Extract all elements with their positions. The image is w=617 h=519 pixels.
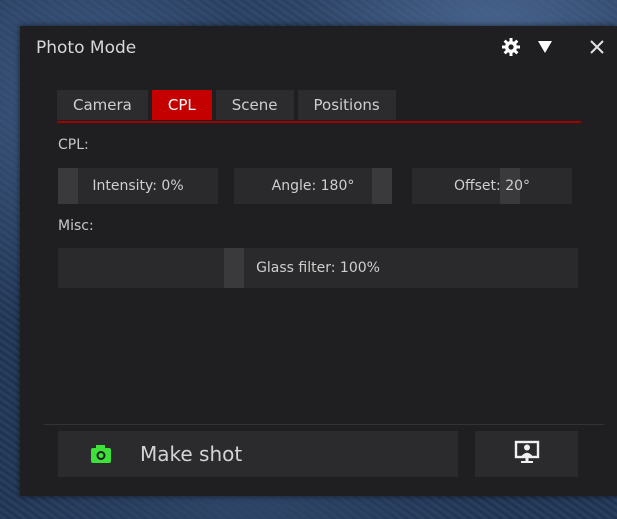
tab-underline <box>57 121 581 123</box>
glass-filter-slider-thumb[interactable] <box>224 248 244 288</box>
intensity-slider-thumb[interactable] <box>58 168 78 204</box>
intensity-slider[interactable]: Intensity: 0% <box>58 168 218 204</box>
screen-capture-button[interactable] <box>475 431 578 477</box>
offset-slider[interactable]: Offset: 20° <box>412 168 572 204</box>
glass-filter-slider-label: Glass filter: 100% <box>256 260 380 276</box>
tab-scene[interactable]: Scene <box>215 90 294 120</box>
angle-slider[interactable]: Angle: 180° <box>234 168 392 204</box>
cpl-section-label: CPL: <box>58 137 89 153</box>
tab-positions[interactable]: Positions <box>297 90 396 120</box>
triangle-down-icon[interactable] <box>533 34 557 60</box>
glass-filter-slider[interactable]: Glass filter: 100% <box>58 248 578 288</box>
footer-divider <box>44 424 604 425</box>
tab-bar: Camera CPL Scene Positions <box>57 90 396 120</box>
panel-title: Photo Mode <box>36 38 137 58</box>
angle-slider-label: Angle: 180° <box>271 178 355 194</box>
misc-section-label: Misc: <box>58 218 94 234</box>
photo-mode-panel: Photo Mode Camera CPL Scene Positions CP… <box>20 26 617 496</box>
gear-icon[interactable] <box>499 34 523 60</box>
offset-slider-label: Offset: 20° <box>453 178 531 194</box>
make-shot-button[interactable]: Make shot <box>58 431 458 477</box>
monitor-person-icon <box>514 440 540 468</box>
make-shot-label: Make shot <box>140 442 243 466</box>
angle-slider-thumb[interactable] <box>372 168 392 204</box>
tab-camera[interactable]: Camera <box>57 90 148 120</box>
camera-icon <box>90 444 112 464</box>
close-icon[interactable] <box>585 34 609 60</box>
intensity-slider-label: Intensity: 0% <box>92 178 184 194</box>
tab-cpl[interactable]: CPL <box>151 90 212 120</box>
